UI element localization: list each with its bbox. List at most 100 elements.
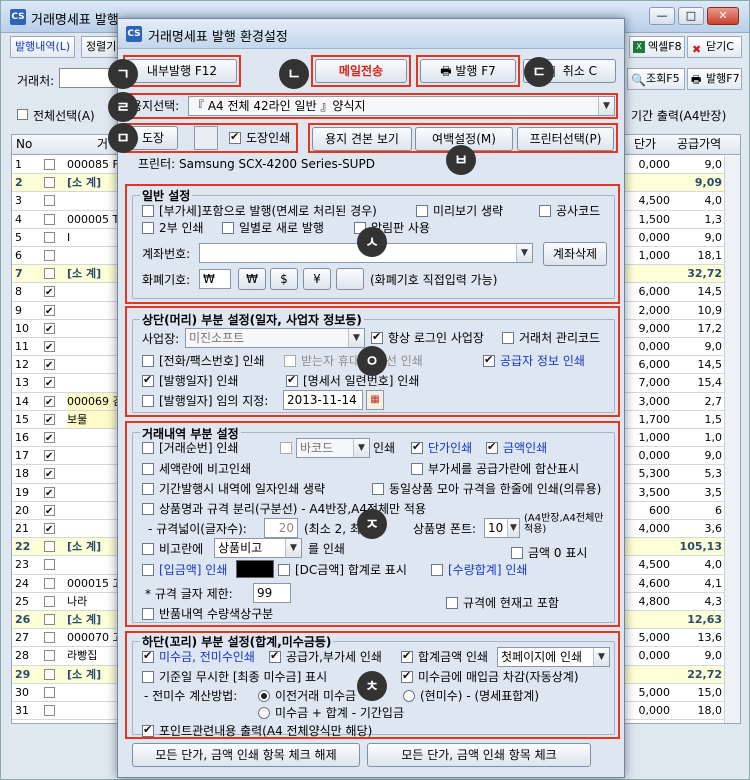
paper-select[interactable]: 『 A4 전체 42라인 일반 』양식지 ▼ <box>188 96 615 116</box>
return-color-checkbox[interactable] <box>142 608 154 620</box>
maximize-button[interactable]: □ <box>678 7 704 25</box>
select-all-checkbox[interactable] <box>17 109 28 120</box>
tab-issue-history[interactable]: 발행내역(L) <box>10 36 76 58</box>
account-delete-button[interactable]: 계좌삭제 <box>543 242 607 266</box>
currency-input[interactable]: ₩ <box>199 269 231 289</box>
font-select[interactable]: 10 ▼ <box>484 518 520 538</box>
row-checkbox[interactable] <box>44 448 55 465</box>
vat-included-checkbox[interactable] <box>142 205 154 217</box>
daily-new-checkbox[interactable] <box>222 222 234 234</box>
row-checkbox[interactable] <box>44 357 55 374</box>
priority-print-checkbox[interactable] <box>284 355 296 367</box>
minimize-button[interactable]: — <box>649 7 675 25</box>
search-button[interactable]: 🔍 조회F5 <box>627 68 685 90</box>
calc-radio-current[interactable] <box>403 690 415 702</box>
supply-vat-print-checkbox[interactable] <box>269 649 281 663</box>
row-checkbox[interactable] <box>44 559 55 571</box>
ignore-base-checkbox[interactable] <box>142 671 154 683</box>
zero-amount-checkbox[interactable] <box>511 547 523 559</box>
amount-print-checkbox[interactable] <box>486 440 498 454</box>
row-checkbox[interactable] <box>44 231 55 243</box>
excel-button[interactable]: X 엑셀F8 <box>629 36 685 58</box>
currency-yen-button[interactable]: ¥ <box>303 268 331 290</box>
row-checkbox[interactable] <box>44 686 55 698</box>
tab-sort[interactable]: 정렬기준 <box>81 36 121 58</box>
close-main-button[interactable]: ✖ 닫기C <box>687 36 742 58</box>
unit-price-print-checkbox[interactable] <box>411 440 423 454</box>
row-checkbox[interactable] <box>44 668 55 680</box>
row-checkbox[interactable] <box>44 412 55 429</box>
currency-dollar-button[interactable]: $ <box>270 268 298 290</box>
row-checkbox[interactable] <box>44 195 55 207</box>
grid-scrollbar[interactable] <box>724 156 740 723</box>
spec-limit-input[interactable]: 99 <box>253 583 291 603</box>
close-window-button[interactable]: ✕ <box>707 7 739 25</box>
qty-total-checkbox[interactable] <box>431 564 443 576</box>
serial-no-checkbox[interactable] <box>286 373 298 387</box>
client-code-checkbox[interactable] <box>502 332 514 344</box>
row-checkbox[interactable] <box>44 339 55 356</box>
row-checkbox[interactable] <box>44 268 55 280</box>
currency-blank-button[interactable] <box>336 268 364 290</box>
row-checkbox[interactable] <box>44 614 55 625</box>
check-all-button[interactable]: 모든 단가, 금액 인쇄 항목 체크 <box>367 743 591 767</box>
include-stock-checkbox[interactable] <box>446 597 458 609</box>
row-checkbox[interactable] <box>44 159 55 170</box>
issue-main-button[interactable]: 🖶 발행F7 <box>687 68 742 90</box>
phone-fax-checkbox[interactable] <box>142 355 154 367</box>
row-checkbox[interactable] <box>44 430 55 447</box>
company-select[interactable]: 미진소프트 ▼ <box>185 328 365 348</box>
dc-amount-checkbox[interactable] <box>278 564 290 576</box>
row-checkbox[interactable] <box>44 303 55 320</box>
custom-date-input[interactable]: 2013-11-14 <box>283 390 363 410</box>
point-print-checkbox[interactable] <box>142 723 154 737</box>
same-item-checkbox[interactable] <box>372 483 384 495</box>
row-checkbox[interactable] <box>44 503 55 520</box>
calc-radio-previous[interactable] <box>258 690 270 702</box>
row-checkbox[interactable] <box>44 250 55 261</box>
color-swatch[interactable] <box>236 560 274 578</box>
spec-width-input[interactable]: 20 <box>264 518 298 538</box>
internal-issue-button[interactable]: 내부발행 F12 <box>127 59 237 83</box>
two-copies-checkbox[interactable] <box>142 222 154 234</box>
issue-date-checkbox[interactable] <box>142 373 154 387</box>
row-checkbox[interactable] <box>44 485 55 502</box>
calc-radio-period[interactable] <box>258 707 270 719</box>
custom-date-checkbox[interactable] <box>142 395 154 407</box>
row-checkbox[interactable] <box>44 375 55 392</box>
remark-select[interactable]: 상품비고 ▼ <box>214 538 302 558</box>
uncheck-all-button[interactable]: 모든 단가, 금액 인쇄 항목 체크 해제 <box>132 743 360 767</box>
always-logo-checkbox[interactable] <box>371 330 383 344</box>
row-checkbox[interactable] <box>44 595 55 607</box>
total-print-checkbox[interactable] <box>401 649 413 663</box>
stamp-print-checkbox[interactable] <box>229 130 241 144</box>
order-print-checkbox[interactable] <box>142 442 154 454</box>
skip-preview-checkbox[interactable] <box>416 205 428 217</box>
email-send-button[interactable]: 메일전송 <box>315 59 407 83</box>
currency-won-button[interactable]: ₩ <box>238 268 266 290</box>
issue-button[interactable]: 🖶 발행 F7 <box>420 59 516 83</box>
supplier-info-checkbox[interactable] <box>483 353 495 367</box>
vat-sum-checkbox[interactable] <box>411 463 423 475</box>
period-skip-checkbox[interactable] <box>142 483 154 495</box>
row-checkbox[interactable] <box>44 394 55 411</box>
row-checkbox[interactable] <box>44 650 55 662</box>
paper-preview-button[interactable]: 용지 견본 보기 <box>312 127 412 151</box>
split-spec-checkbox[interactable] <box>142 503 154 515</box>
construction-checkbox[interactable] <box>539 205 551 217</box>
calendar-icon[interactable]: ▦ <box>366 390 384 410</box>
row-checkbox[interactable] <box>44 213 55 225</box>
row-checkbox[interactable] <box>44 466 55 483</box>
row-checkbox[interactable] <box>44 632 55 644</box>
barcode-select[interactable]: 바코드 ▼ <box>296 438 370 458</box>
row-checkbox[interactable] <box>44 177 55 189</box>
barcode-checkbox[interactable] <box>280 442 292 454</box>
row-checkbox[interactable] <box>44 321 55 338</box>
row-checkbox[interactable] <box>44 521 55 538</box>
row-checkbox[interactable] <box>44 541 55 553</box>
deduct-received-checkbox[interactable] <box>401 669 413 683</box>
row-checkbox[interactable] <box>44 705 55 716</box>
row-checkbox[interactable] <box>44 723 55 724</box>
tax-note-checkbox[interactable] <box>142 463 154 475</box>
unpaid-print-checkbox[interactable] <box>142 649 154 663</box>
